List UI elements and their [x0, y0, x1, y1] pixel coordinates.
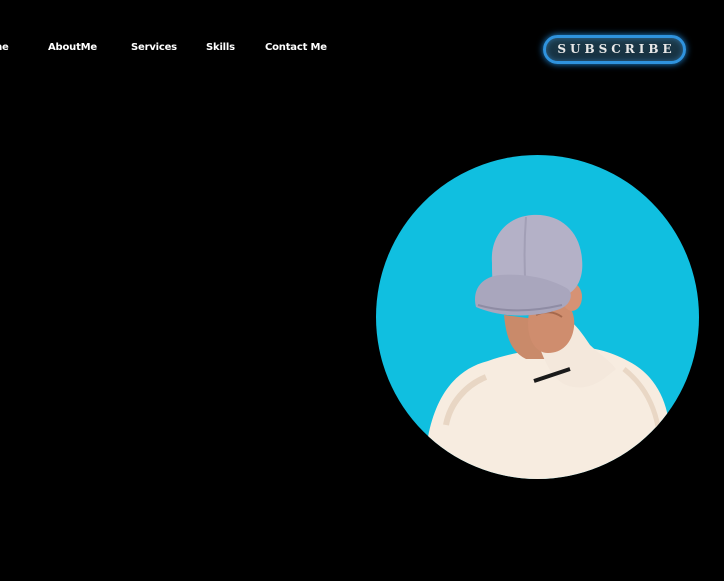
- nav-item-skills[interactable]: Skills: [206, 42, 235, 53]
- nav-item-home[interactable]: Home: [0, 42, 9, 53]
- nav-item-contact-me[interactable]: Contact Me: [265, 42, 327, 53]
- person-with-cap-icon: [416, 214, 672, 479]
- profile-portrait: [376, 155, 699, 479]
- nav-item-services[interactable]: Services: [131, 42, 177, 53]
- landing-page: Home AboutMe Services Skills Contact Me …: [0, 0, 724, 581]
- subscribe-button[interactable]: SUBSCRIBE: [543, 35, 686, 64]
- nav-item-about-me[interactable]: AboutMe: [48, 42, 97, 53]
